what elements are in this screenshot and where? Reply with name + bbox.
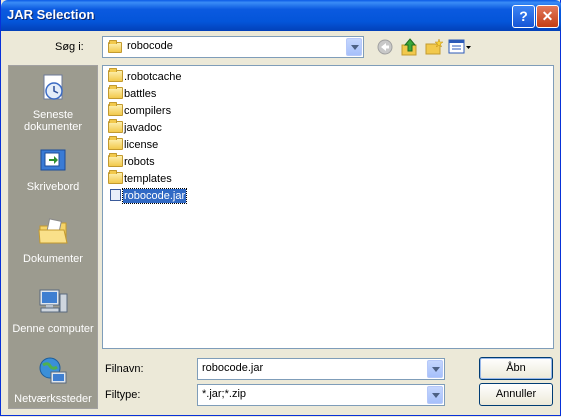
place-my-computer[interactable]: Denne computer: [9, 286, 97, 335]
chevron-down-icon[interactable]: [346, 38, 362, 56]
look-in-value: robocode: [127, 40, 173, 52]
places-bar: Seneste dokumenter Skrivebord Dokumenter: [8, 65, 98, 409]
my-documents-icon: [38, 218, 68, 244]
file-name: templates: [124, 173, 172, 185]
view-menu-icon[interactable]: [448, 38, 472, 56]
filename-field[interactable]: robocode.jar: [197, 358, 445, 380]
folder-icon: [108, 40, 122, 53]
help-button[interactable]: ?: [512, 5, 535, 28]
open-button[interactable]: Åbn: [479, 357, 553, 380]
folder-icon: [108, 102, 123, 116]
place-my-documents[interactable]: Dokumenter: [9, 216, 97, 265]
desktop-icon: [40, 149, 66, 171]
place-label: Skrivebord: [26, 181, 80, 193]
filename-value: robocode.jar: [202, 362, 264, 374]
place-desktop[interactable]: Skrivebord: [9, 144, 97, 193]
jar-file-icon: [110, 189, 121, 201]
file-chooser-window: JAR Selection ? ✕ Søg i: robocode Senest…: [0, 0, 561, 416]
network-places-icon: [39, 357, 67, 384]
place-recent[interactable]: Seneste dokumenter: [9, 72, 97, 133]
place-network[interactable]: Netværkssteder: [9, 356, 97, 405]
folder-icon: [108, 68, 123, 82]
look-in-combo[interactable]: robocode: [102, 36, 364, 58]
folder-icon: [108, 85, 123, 99]
file-name: robocode.jar: [121, 188, 188, 204]
file-name: .robotcache: [124, 71, 182, 83]
cancel-button[interactable]: Annuller: [479, 383, 553, 406]
place-label: Netværkssteder: [14, 393, 92, 405]
file-name: robots: [124, 156, 155, 168]
my-computer-icon: [39, 289, 68, 313]
folder-icon: [108, 136, 123, 150]
folder-icon: [108, 153, 123, 167]
chevron-down-icon[interactable]: [427, 386, 443, 404]
window-title: JAR Selection: [7, 7, 95, 22]
file-name: javadoc: [124, 122, 162, 134]
place-label: Dokumenter: [23, 253, 83, 265]
recent-documents-icon: [43, 74, 63, 100]
file-name: compilers: [124, 105, 172, 117]
close-button[interactable]: ✕: [536, 5, 559, 28]
filetype-combo[interactable]: *.jar;*.zip: [197, 384, 445, 406]
file-list[interactable]: .robotcache battles compilers javadoc li…: [102, 65, 554, 349]
new-folder-icon[interactable]: [424, 38, 444, 56]
look-in-label: Søg i:: [55, 41, 84, 53]
folder-icon: [108, 119, 123, 133]
filetype-value: *.jar;*.zip: [202, 388, 247, 400]
filetype-label: Filtype:: [105, 389, 141, 401]
up-folder-icon[interactable]: [400, 38, 420, 56]
place-label: Denne computer: [12, 323, 94, 335]
file-name: battles: [124, 88, 157, 100]
place-label: Seneste dokumenter: [23, 109, 83, 133]
chevron-down-icon[interactable]: [427, 360, 443, 378]
folder-icon: [108, 170, 123, 184]
back-arrow-icon[interactable]: [376, 38, 396, 56]
title-bar[interactable]: JAR Selection ? ✕: [1, 0, 561, 31]
filename-label: Filnavn:: [105, 363, 144, 375]
file-name: license: [124, 139, 159, 151]
